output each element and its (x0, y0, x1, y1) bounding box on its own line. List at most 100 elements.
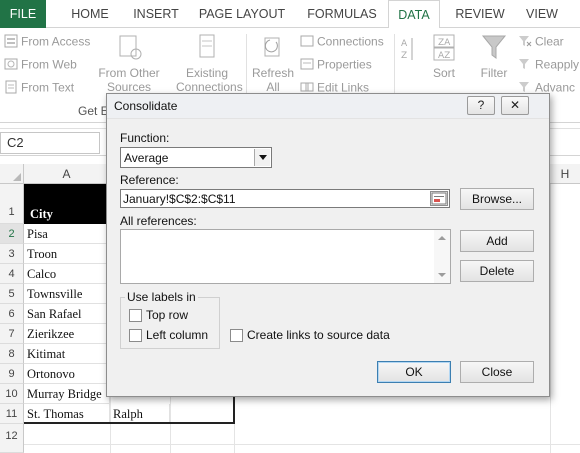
add-button[interactable]: Add (460, 230, 534, 252)
sort-az-icon: AZ (400, 38, 416, 77)
sort-label: Sort (432, 66, 455, 80)
tab-formulas[interactable]: FORMULAS (302, 0, 382, 28)
tab-review[interactable]: REVIEW (452, 0, 508, 28)
row-header-12[interactable]: 12 (0, 424, 24, 453)
globe-icon (4, 57, 18, 74)
function-dropdown[interactable]: Average (120, 147, 272, 168)
cell-a11[interactable]: St. Thomas (24, 404, 110, 424)
properties-icon (300, 57, 314, 74)
help-button[interactable]: ? (467, 96, 495, 115)
browse-button[interactable]: Browse... (460, 188, 534, 210)
close-icon[interactable]: ✕ (501, 96, 529, 115)
row-header-4[interactable]: 4 (0, 264, 24, 284)
row-header-10[interactable]: 10 (0, 384, 24, 404)
scroll-down-icon[interactable] (438, 273, 446, 277)
list-scrollbar[interactable] (434, 230, 450, 283)
dialog-title-bar[interactable]: Consolidate ? ✕ (107, 94, 549, 119)
row-header-3[interactable]: 3 (0, 244, 24, 264)
sort-ascending-button[interactable]: AZ (398, 34, 418, 77)
row-header-1[interactable]: 1 (0, 184, 24, 224)
cell-a2[interactable]: Pisa (24, 224, 110, 244)
column-header-a[interactable]: A (24, 164, 110, 184)
reference-input[interactable]: January!$C$2:$C$11 (120, 189, 450, 208)
consolidate-dialog: Consolidate ? ✕ Function: Average Refere… (106, 93, 550, 397)
cell-a9[interactable]: Ortonovo (24, 364, 110, 384)
chevron-down-icon[interactable] (254, 149, 270, 166)
cell-a10[interactable]: Murray Bridge (24, 384, 110, 404)
funnel-icon (474, 32, 514, 66)
cell-a6[interactable]: San Rafael (24, 304, 110, 324)
from-access-label: From Access (21, 34, 91, 49)
connections-button[interactable]: Connections (300, 34, 384, 51)
filter-button[interactable]: Filter (474, 32, 514, 80)
connections-label: Connections (317, 34, 384, 49)
refresh-all-label-2: All (266, 80, 280, 94)
row-header-11[interactable]: 11 (0, 404, 24, 424)
from-web-button[interactable]: From Web (4, 57, 77, 74)
row-header-5[interactable]: 5 (0, 284, 24, 304)
from-other-sources-label-2: Sources (106, 80, 152, 94)
from-web-label: From Web (21, 57, 77, 72)
tab-home[interactable]: HOME (64, 0, 116, 28)
create-links-checkbox[interactable] (230, 329, 243, 342)
row-header-8[interactable]: 8 (0, 344, 24, 364)
name-box[interactable]: C2 (0, 132, 100, 154)
reference-value: January!$C$2:$C$11 (123, 192, 236, 206)
reapply-button[interactable]: Reapply (518, 57, 579, 74)
row-header-9[interactable]: 9 (0, 364, 24, 384)
function-value: Average (124, 151, 169, 165)
create-links-label: Create links to source data (247, 328, 390, 342)
tab-insert[interactable]: INSERT (128, 0, 184, 28)
refresh-all-button[interactable]: Refresh All (250, 32, 296, 94)
reapply-label: Reapply (535, 57, 580, 72)
clear-button[interactable]: Clear (518, 34, 564, 51)
cell-a5[interactable]: Townsville (24, 284, 110, 304)
left-column-checkbox[interactable] (129, 329, 142, 342)
tab-page-layout[interactable]: PAGE LAYOUT (196, 0, 288, 28)
select-all-corner[interactable] (0, 164, 24, 184)
refresh-icon (250, 32, 296, 66)
cell-a1[interactable]: City (27, 204, 107, 224)
all-references-list[interactable] (120, 229, 451, 284)
properties-button[interactable]: Properties (300, 57, 372, 74)
function-label: Function: (120, 131, 170, 145)
grid-line (24, 444, 580, 445)
existing-connections-button[interactable]: Existing Connections (176, 32, 243, 94)
tab-file[interactable]: FILE (0, 0, 46, 28)
ribbon-tab-bar: FILE HOME INSERT PAGE LAYOUT FORMULAS DA… (0, 0, 580, 29)
close-button[interactable]: Close (460, 361, 534, 383)
top-row-label: Top row (146, 308, 189, 322)
row-header-2[interactable]: 2 (0, 224, 24, 244)
cell-a8[interactable]: Kitimat (24, 344, 110, 364)
scroll-up-icon[interactable] (438, 236, 446, 240)
row-header-7[interactable]: 7 (0, 324, 24, 344)
cell-a4[interactable]: Calco (24, 264, 110, 284)
existing-connections-label-2: Connections (176, 80, 243, 94)
database-icon (4, 34, 18, 51)
range-picker-icon[interactable] (430, 191, 448, 206)
from-other-sources-button[interactable]: From Other Sources (96, 32, 162, 94)
filter-label: Filter (480, 66, 508, 80)
top-row-checkbox[interactable] (129, 309, 142, 322)
svg-text:Z: Z (401, 51, 407, 61)
row-header-6[interactable]: 6 (0, 304, 24, 324)
properties-label: Properties (317, 57, 372, 72)
delete-button[interactable]: Delete (460, 260, 534, 282)
from-access-button[interactable]: From Access (4, 34, 90, 51)
column-header-h[interactable]: H (550, 164, 580, 184)
cell-b11[interactable]: Ralph (110, 404, 170, 424)
sort-icon: ZA AZ (424, 32, 464, 66)
ok-button[interactable]: OK (377, 361, 451, 383)
from-text-button[interactable]: From Text (4, 80, 74, 97)
sort-button[interactable]: ZA AZ Sort (424, 32, 464, 80)
cell-a7[interactable]: Zierikzee (24, 324, 110, 344)
cell-a3[interactable]: Troon (24, 244, 110, 264)
tab-view[interactable]: VIEW (520, 0, 564, 28)
connections-icon (300, 34, 314, 51)
from-text-label: From Text (21, 80, 75, 95)
svg-text:A: A (401, 39, 408, 49)
cell-c11[interactable] (170, 404, 234, 424)
tab-data[interactable]: DATA (388, 0, 440, 29)
svg-text:AZ: AZ (438, 51, 450, 61)
dialog-title: Consolidate (114, 99, 178, 113)
